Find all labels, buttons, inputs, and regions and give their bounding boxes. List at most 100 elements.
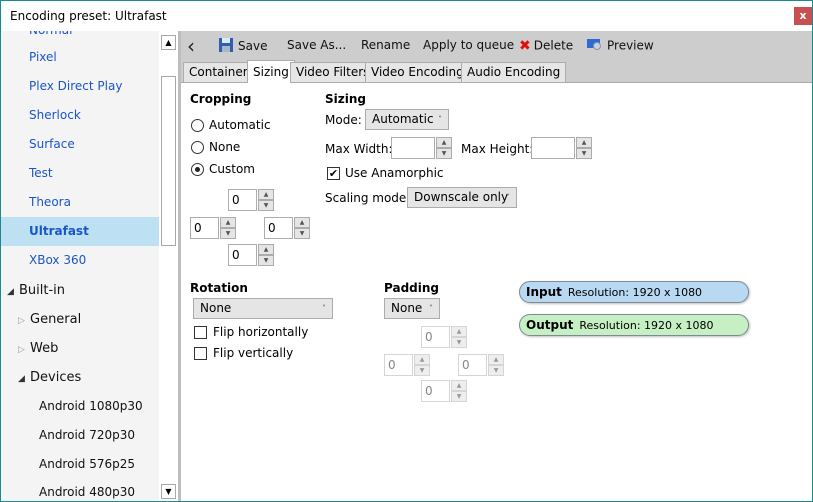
max-height-label: Max Height: xyxy=(461,142,534,156)
increment-arrow-icon[interactable]: ▲ xyxy=(488,354,504,365)
tab-video-encoding[interactable]: Video Encoding xyxy=(365,62,470,83)
crop-automatic-radio[interactable] xyxy=(191,119,204,132)
scroll-down-button[interactable]: ▼ xyxy=(161,484,176,499)
increment-arrow-icon[interactable]: ▲ xyxy=(451,326,467,337)
crop-bottom-stepper[interactable]: 0 ▲ ▼ xyxy=(228,244,274,266)
expanded-triangle-icon[interactable]: ◢ xyxy=(18,365,30,394)
group-general[interactable]: ▷ General xyxy=(1,305,159,334)
crop-none-radio[interactable] xyxy=(191,141,204,154)
decrement-arrow-icon[interactable]: ▼ xyxy=(436,148,452,159)
max-width-input[interactable] xyxy=(391,137,435,159)
device-item[interactable]: Android 720p30 xyxy=(1,421,159,450)
crop-custom-label[interactable]: Custom xyxy=(209,162,255,176)
expanded-triangle-icon[interactable]: ◢ xyxy=(7,278,19,307)
pad-top-input[interactable]: 0 xyxy=(421,326,450,348)
preset-item-plex-direct-play[interactable]: Plex Direct Play xyxy=(1,72,159,101)
increment-arrow-icon[interactable]: ▲ xyxy=(220,217,236,228)
pad-left-input[interactable]: 0 xyxy=(384,354,413,376)
collapsed-triangle-icon[interactable]: ▷ xyxy=(18,307,30,336)
use-anamorphic-checkbox[interactable]: ✔ xyxy=(327,167,340,180)
chevron-down-icon: ˅ xyxy=(322,304,326,313)
save-as-button[interactable]: Save As... xyxy=(287,38,346,52)
device-item[interactable]: Android 1080p30 xyxy=(1,392,159,421)
tab-audio-encoding[interactable]: Audio Encoding xyxy=(461,62,567,83)
flip-vertically-checkbox[interactable] xyxy=(194,347,207,360)
crop-left-input[interactable]: 0 xyxy=(190,217,219,239)
crop-right-stepper[interactable]: 0 ▲ ▼ xyxy=(264,217,310,239)
padding-dropdown[interactable]: None ˅ xyxy=(384,298,440,319)
flip-horizontally-label[interactable]: Flip horizontally xyxy=(213,325,308,339)
decrement-arrow-icon[interactable]: ▼ xyxy=(488,365,504,376)
max-width-stepper[interactable]: ▲ ▼ xyxy=(391,137,452,159)
decrement-arrow-icon[interactable]: ▼ xyxy=(220,228,236,239)
decrement-arrow-icon[interactable]: ▼ xyxy=(258,200,274,211)
pad-left-stepper[interactable]: 0 ▲ ▼ xyxy=(384,354,430,376)
group-built-in[interactable]: ◢ Built-in xyxy=(1,276,159,305)
tab-sizing[interactable]: Sizing xyxy=(247,60,295,84)
group-devices[interactable]: ◢ Devices xyxy=(1,363,159,392)
crop-top-input[interactable]: 0 xyxy=(228,189,257,211)
pad-top-stepper[interactable]: 0 ▲ ▼ xyxy=(421,326,467,348)
max-height-stepper[interactable]: ▲ ▼ xyxy=(531,137,592,159)
increment-arrow-icon[interactable]: ▲ xyxy=(294,217,310,228)
crop-right-input[interactable]: 0 xyxy=(264,217,293,239)
preset-item-test[interactable]: Test xyxy=(1,159,159,188)
decrement-arrow-icon[interactable]: ▼ xyxy=(451,391,467,402)
crop-left-stepper[interactable]: 0 ▲ ▼ xyxy=(190,217,236,239)
device-item[interactable]: Android 576p25 xyxy=(1,450,159,479)
scroll-up-button[interactable]: ▲ xyxy=(161,35,176,50)
crop-custom-radio[interactable] xyxy=(191,163,204,176)
mode-dropdown[interactable]: Automatic ˅ xyxy=(365,109,449,130)
increment-arrow-icon[interactable]: ▲ xyxy=(258,244,274,255)
preset-item-sherlock[interactable]: Sherlock xyxy=(1,101,159,130)
tab-video-filters[interactable]: Video Filters xyxy=(290,62,376,83)
increment-arrow-icon[interactable]: ▲ xyxy=(451,380,467,391)
checkmark-icon: ✔ xyxy=(328,167,339,180)
crop-bottom-input[interactable]: 0 xyxy=(228,244,257,266)
preset-item-pixel[interactable]: Pixel xyxy=(1,43,159,72)
sidebar-scrollbar[interactable]: ▲ ▼ xyxy=(159,31,178,501)
flip-horizontally-checkbox[interactable] xyxy=(194,326,207,339)
decrement-arrow-icon[interactable]: ▼ xyxy=(451,337,467,348)
device-item[interactable]: Android 480p30 xyxy=(1,478,159,501)
input-resolution-badge: Input Resolution: 1920 x 1080 xyxy=(519,281,749,303)
floppy-disk-icon xyxy=(219,38,233,55)
cropping-heading: Cropping xyxy=(190,92,252,106)
preset-item-ultrafast[interactable]: Ultrafast xyxy=(1,217,159,246)
preset-item-surface[interactable]: Surface xyxy=(1,130,159,159)
increment-arrow-icon[interactable]: ▲ xyxy=(576,137,592,148)
increment-arrow-icon[interactable]: ▲ xyxy=(258,189,274,200)
scroll-thumb[interactable] xyxy=(161,76,176,246)
decrement-arrow-icon[interactable]: ▼ xyxy=(258,255,274,266)
crop-top-stepper[interactable]: 0 ▲ ▼ xyxy=(228,189,274,211)
pad-right-stepper[interactable]: 0 ▲ ▼ xyxy=(458,354,504,376)
close-button[interactable]: x xyxy=(794,7,812,25)
pad-right-input[interactable]: 0 xyxy=(458,354,487,376)
back-button[interactable]: ‹ xyxy=(187,34,195,58)
preview-button[interactable]: Preview xyxy=(587,38,654,54)
max-height-input[interactable] xyxy=(531,137,575,159)
decrement-arrow-icon[interactable]: ▼ xyxy=(576,148,592,159)
pad-bottom-input[interactable]: 0 xyxy=(421,380,450,402)
sizing-panel: Cropping Automatic None Custom 0 ▲ ▼ 0 ▲ ▼… xyxy=(181,83,812,501)
increment-arrow-icon[interactable]: ▲ xyxy=(414,354,430,365)
scaling-mode-dropdown[interactable]: Downscale only ˅ xyxy=(407,187,517,208)
group-web[interactable]: ▷ Web xyxy=(1,334,159,363)
save-button[interactable]: Save xyxy=(219,38,267,55)
collapsed-triangle-icon[interactable]: ▷ xyxy=(18,336,30,365)
flip-vertically-label[interactable]: Flip vertically xyxy=(213,346,293,360)
decrement-arrow-icon[interactable]: ▼ xyxy=(414,365,430,376)
apply-to-queue-button[interactable]: Apply to queue xyxy=(423,38,514,52)
crop-none-label[interactable]: None xyxy=(209,140,240,154)
rename-button[interactable]: Rename xyxy=(361,38,410,52)
preset-item-theora[interactable]: Theora xyxy=(1,188,159,217)
pad-bottom-stepper[interactable]: 0 ▲ ▼ xyxy=(421,380,467,402)
decrement-arrow-icon[interactable]: ▼ xyxy=(294,228,310,239)
crop-automatic-label[interactable]: Automatic xyxy=(209,118,271,132)
increment-arrow-icon[interactable]: ▲ xyxy=(436,137,452,148)
use-anamorphic-label[interactable]: Use Anamorphic xyxy=(345,166,444,180)
preset-item-xbox-360[interactable]: XBox 360 xyxy=(1,246,159,275)
tab-container[interactable]: Container xyxy=(183,62,254,83)
rotation-dropdown[interactable]: None ˅ xyxy=(193,298,333,319)
delete-button[interactable]: ✖ Delete xyxy=(519,38,573,54)
